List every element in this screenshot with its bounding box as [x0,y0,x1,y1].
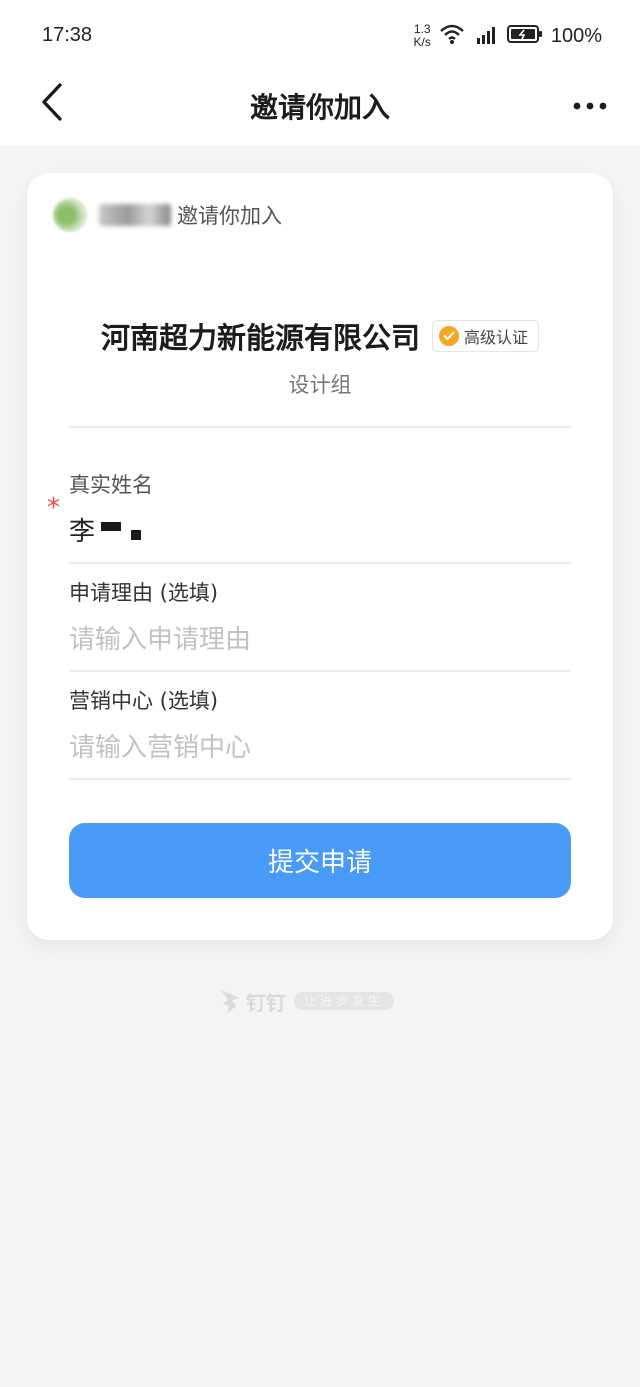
real-name-field[interactable]: 真实姓名 李 [69,469,571,548]
brand-name: 钉钉 [246,990,286,1015]
status-bar: 17:38 1.3 K/s 100% [0,0,640,72]
certification-label: 高级认证 [464,328,529,347]
real-name-label: 真实姓名 [69,473,153,497]
battery-percentage: 100% [550,24,602,47]
more-options-button[interactable] [570,88,610,120]
wifi-icon [439,23,465,49]
inviter-name-redacted [99,204,171,226]
redaction-mark [131,529,142,540]
dingtalk-logo-icon [218,986,244,1016]
status-icons: 1.3 K/s 100% [414,20,603,52]
page-title: 邀请你加入 [249,91,390,124]
redaction-mark [101,522,122,531]
navigation-bar: 邀请你加入 [0,72,640,146]
marketing-center-field[interactable]: 营销中心 (选填) 请输入营销中心 [69,685,571,764]
application-reason-input[interactable]: 请输入申请理由 [69,619,571,656]
network-speed: 1.3 K/s [414,23,431,49]
status-time: 17:38 [42,24,93,46]
marketing-center-label: 营销中心 (选填) [69,689,219,713]
group-name: 设计组 [288,373,352,397]
brand-slogan: 让进步发生 [294,992,395,1010]
certification-badge[interactable]: 高级认证 [432,320,540,352]
required-indicator: * [47,493,60,523]
application-reason-field[interactable]: 申请理由 (选填) 请输入申请理由 [69,577,571,656]
verified-badge-icon [439,326,459,346]
inviter-action-text: 邀请你加入 [177,204,282,228]
company-name: 河南超力新能源有限公司 [100,321,420,355]
avatar [53,198,87,232]
divider [69,426,571,428]
real-name-text: 李 [69,517,96,547]
divider [69,778,571,780]
cellular-signal-icon [473,23,499,49]
footer-brand: 钉钉 让进步发生 [218,986,395,1016]
more-horizontal-icon [573,95,607,114]
application-reason-label: 申请理由 (选填) [69,581,219,605]
company-row: 河南超力新能源有限公司 高级认证 [27,315,613,357]
divider [69,562,571,564]
inviter-row: 邀请你加入 [53,197,282,233]
real-name-value[interactable]: 李 [69,511,571,548]
net-speed-unit: K/s [413,35,431,49]
divider [69,670,571,672]
battery-icon [506,24,543,48]
invitation-card: 邀请你加入 河南超力新能源有限公司 高级认证 设计组 * 真实姓名 李 申请理由… [27,173,613,940]
submit-application-button[interactable]: 提交申请 [69,823,571,898]
marketing-center-input[interactable]: 请输入营销中心 [69,727,571,764]
